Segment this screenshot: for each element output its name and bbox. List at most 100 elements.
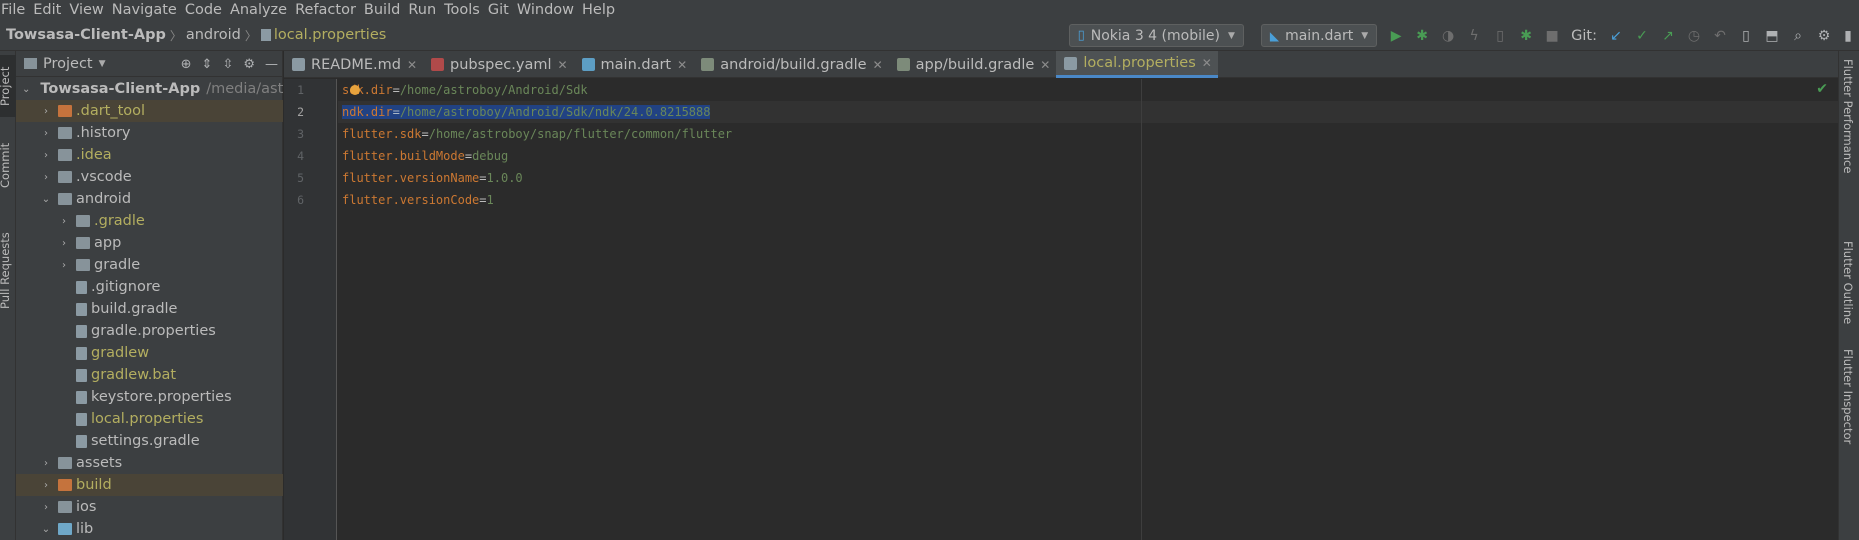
debug-icon[interactable]: ✱: [1409, 20, 1435, 51]
menu-view[interactable]: View: [68, 2, 109, 18]
expand-all-icon[interactable]: ⇕: [202, 57, 213, 72]
settings-gear-icon[interactable]: ⚙: [1811, 20, 1837, 51]
profile-icon[interactable]: ▮: [1837, 20, 1859, 51]
locate-file-icon[interactable]: ⊕: [181, 57, 192, 72]
code-line[interactable]: flutter.versionCode=1: [342, 189, 494, 211]
menu-tools[interactable]: Tools: [443, 2, 486, 18]
menu-window[interactable]: Window: [516, 2, 580, 18]
tree-item-gradlew[interactable]: gradlew: [16, 342, 283, 364]
git-push-icon[interactable]: ↗: [1655, 20, 1681, 51]
code-line[interactable]: sdk.dir=/home/astroboy/Android/Sdk: [342, 79, 588, 101]
intention-bulb-icon[interactable]: [350, 85, 360, 95]
breadcrumb-project[interactable]: Towsasa-Client-App: [6, 27, 166, 43]
menu-help[interactable]: Help: [581, 2, 621, 18]
tree-item-assets[interactable]: › assets: [16, 452, 283, 474]
git-update-icon[interactable]: ↙: [1603, 20, 1629, 51]
git-commit-icon[interactable]: ✓: [1629, 20, 1655, 51]
chevron-down-icon[interactable]: ⌄: [40, 194, 52, 205]
close-icon[interactable]: ✕: [407, 58, 417, 72]
code-line[interactable]: flutter.versionName=1.0.0: [342, 167, 523, 189]
sdk-manager-icon[interactable]: ⬒: [1759, 20, 1785, 51]
menu-run[interactable]: Run: [407, 2, 442, 18]
attach-debugger-icon[interactable]: ✱: [1513, 20, 1539, 51]
device-selector[interactable]: ▯ Nokia 3 4 (mobile) ▼: [1068, 24, 1244, 47]
chevron-right-icon[interactable]: ›: [40, 172, 52, 183]
chevron-right-icon[interactable]: ›: [58, 260, 70, 271]
menu-navigate[interactable]: Navigate: [111, 2, 183, 18]
chevron-down-icon[interactable]: ▼: [99, 59, 106, 69]
tree-item-app[interactable]: › app: [16, 232, 283, 254]
tree-item-dot-gradle[interactable]: › .gradle: [16, 210, 283, 232]
tab-readme[interactable]: README.md ✕: [284, 51, 423, 78]
settings-gear-icon[interactable]: ⚙: [243, 57, 255, 72]
menu-code[interactable]: Code: [184, 2, 228, 18]
tree-item-gradle[interactable]: › gradle: [16, 254, 283, 276]
tree-item-lib[interactable]: ⌄ lib: [16, 518, 283, 540]
tree-item-idea[interactable]: › .idea: [16, 144, 283, 166]
close-icon[interactable]: ✕: [1202, 56, 1212, 70]
hot-restart-icon[interactable]: ▯: [1487, 20, 1513, 51]
code-line[interactable]: flutter.buildMode=debug: [342, 145, 508, 167]
code-line-selected[interactable]: ndk.dir=/home/astroboy/Android/Sdk/ndk/2…: [342, 101, 711, 123]
hide-panel-icon[interactable]: —: [265, 57, 278, 72]
chevron-right-icon[interactable]: ›: [40, 458, 52, 469]
close-icon[interactable]: ✕: [677, 58, 687, 72]
code-editor[interactable]: sdk.dir=/home/astroboy/Android/Sdk ndk.d…: [338, 79, 1838, 540]
menu-git[interactable]: Git: [487, 2, 515, 18]
tree-item-build-gradle[interactable]: build.gradle: [16, 298, 283, 320]
tab-android-build-gradle[interactable]: android/build.gradle ✕: [693, 51, 888, 78]
code-line[interactable]: flutter.sdk=/home/astroboy/snap/flutter/…: [342, 123, 732, 145]
tree-item-history[interactable]: › .history: [16, 122, 283, 144]
run-configuration-selector[interactable]: ◣ main.dart ▼: [1260, 24, 1378, 47]
flutter-performance-tool-tab[interactable]: Flutter Performance: [1841, 59, 1855, 173]
tree-item-gradlew-bat[interactable]: gradlew.bat: [16, 364, 283, 386]
tab-pubspec[interactable]: pubspec.yaml ✕: [423, 51, 574, 78]
chevron-right-icon[interactable]: ›: [58, 216, 70, 227]
tree-item-android[interactable]: ⌄ android: [16, 188, 283, 210]
breadcrumb-folder[interactable]: android: [186, 27, 241, 43]
run-with-coverage-icon[interactable]: ◑: [1435, 20, 1461, 51]
tree-item-project-root[interactable]: ⌄ Towsasa-Client-App /media/ast: [16, 78, 283, 100]
tree-item-settings-gradle[interactable]: settings.gradle: [16, 430, 283, 452]
tab-main-dart[interactable]: main.dart ✕: [574, 51, 694, 78]
tree-item-keystore-properties[interactable]: keystore.properties: [16, 386, 283, 408]
search-icon[interactable]: ⌕: [1785, 20, 1811, 51]
tab-local-properties[interactable]: local.properties ✕: [1056, 51, 1218, 78]
menu-refactor[interactable]: Refactor: [294, 2, 362, 18]
chevron-right-icon[interactable]: ›: [40, 128, 52, 139]
chevron-down-icon[interactable]: ⌄: [22, 84, 30, 95]
chevron-right-icon[interactable]: ›: [40, 106, 52, 117]
git-history-icon[interactable]: ◷: [1681, 20, 1707, 51]
tab-app-build-gradle[interactable]: app/build.gradle ✕: [889, 51, 1057, 78]
tree-item-dart-tool[interactable]: › .dart_tool: [16, 100, 283, 122]
hot-reload-icon[interactable]: ϟ: [1461, 20, 1487, 51]
chevron-right-icon[interactable]: ›: [40, 480, 52, 491]
menu-build[interactable]: Build: [363, 2, 406, 18]
chevron-right-icon[interactable]: ›: [40, 150, 52, 161]
close-icon[interactable]: ✕: [557, 58, 567, 72]
menu-analyze[interactable]: Analyze: [229, 2, 293, 18]
menu-edit[interactable]: Edit: [32, 2, 67, 18]
pull-requests-tool-tab[interactable]: Pull Requests: [0, 221, 16, 321]
close-icon[interactable]: ✕: [1040, 58, 1050, 72]
tree-item-gradle-properties[interactable]: gradle.properties: [16, 320, 283, 342]
tree-item-local-properties[interactable]: local.properties: [16, 408, 283, 430]
chevron-down-icon[interactable]: ⌄: [40, 524, 52, 535]
flutter-outline-tool-tab[interactable]: Flutter Outline: [1841, 241, 1855, 324]
tree-item-gitignore[interactable]: .gitignore: [16, 276, 283, 298]
flutter-inspector-tool-tab[interactable]: Flutter Inspector: [1841, 349, 1855, 444]
chevron-right-icon[interactable]: ›: [40, 502, 52, 513]
git-rollback-icon[interactable]: ↶: [1707, 20, 1733, 51]
chevron-right-icon[interactable]: ›: [58, 238, 70, 249]
menu-file[interactable]: File: [0, 2, 31, 18]
collapse-all-icon[interactable]: ⇳: [222, 57, 233, 72]
close-icon[interactable]: ✕: [873, 58, 883, 72]
breadcrumb-file[interactable]: local.properties: [274, 27, 386, 43]
tree-item-vscode[interactable]: › .vscode: [16, 166, 283, 188]
project-view-selector[interactable]: Project: [43, 56, 93, 72]
project-tool-tab[interactable]: Project: [0, 55, 16, 117]
run-icon[interactable]: ▶: [1383, 20, 1409, 51]
device-manager-icon[interactable]: ▯: [1733, 20, 1759, 51]
tree-item-ios[interactable]: › ios: [16, 496, 283, 518]
stop-icon[interactable]: ■: [1539, 20, 1565, 51]
